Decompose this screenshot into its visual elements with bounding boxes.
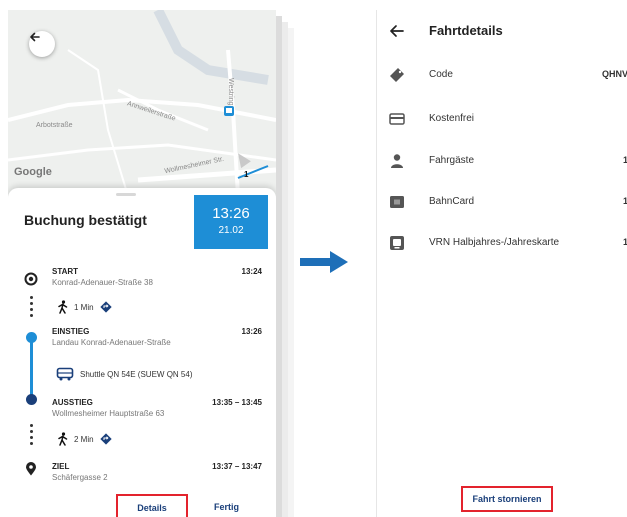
stop-label: EINSTIEG	[52, 327, 90, 336]
detail-label: Kostenfrei	[429, 113, 475, 124]
detail-label: Code	[429, 69, 453, 80]
detail-label: VRN Halbjahres-/Jahreskarte	[429, 237, 560, 248]
stop-address: Wollmesheimer Hauptstraße 63	[52, 409, 165, 418]
shuttle-route-line	[30, 336, 33, 400]
stop-label: START	[52, 267, 79, 276]
stop-time: 13:35 – 13:45	[212, 398, 262, 407]
ticket-icon	[389, 67, 405, 83]
departure-time: 13:26	[212, 205, 250, 222]
shuttle-segment: Shuttle QN 54E (SUEW QN 54)	[56, 367, 192, 381]
credit-card-icon	[389, 111, 405, 127]
passenger-count: 1	[623, 155, 627, 165]
stop-start: START Konrad-Adenauer-Straße 38	[52, 267, 153, 287]
departure-time-card: 13:26 21.02	[194, 195, 268, 249]
walk-icon	[58, 300, 68, 314]
google-logo: Google	[14, 166, 52, 178]
detail-row-code: Code QHNV	[377, 60, 627, 90]
stop-label: AUSSTIEG	[52, 398, 93, 407]
walk-duration: 1 Min	[74, 302, 94, 312]
cancel-trip-button[interactable]: Fahrt stornieren	[461, 486, 553, 512]
app-header: Fahrtdetails	[377, 10, 627, 54]
detail-row-price: Kostenfrei	[377, 104, 627, 134]
done-button[interactable]: Fertig	[214, 502, 239, 512]
booking-status-title: Buchung bestätigt	[24, 212, 147, 228]
bahncard-count: 1	[623, 196, 627, 206]
walk-duration: 2 Min	[74, 434, 94, 444]
arrow-left-icon[interactable]	[389, 23, 405, 39]
map-vehicle-badge: 1	[244, 170, 249, 179]
departure-date: 21.02	[218, 225, 244, 236]
stop-address: Konrad-Adenauer-Straße 38	[52, 278, 153, 287]
stop-address: Schäfergasse 2	[52, 473, 108, 482]
alighting-dot-icon	[26, 394, 37, 405]
walk-path-dots	[30, 296, 33, 320]
walk-segment: 2 Min	[58, 432, 112, 446]
destination-pin-icon	[26, 462, 36, 476]
booking-confirmed-screen: Arbotstraße Annweilerstraße Westring Wol…	[8, 10, 276, 517]
bahncard-icon	[389, 194, 405, 210]
booking-sheet: Buchung bestätigt 13:26 21.02 START Konr…	[8, 188, 276, 517]
stop-destination: ZIEL Schäfergasse 2	[52, 462, 108, 482]
stop-address: Landau Konrad-Adenauer-Straße	[52, 338, 171, 347]
back-button[interactable]	[29, 31, 55, 57]
stop-label: ZIEL	[52, 462, 70, 471]
directions-icon[interactable]	[99, 433, 112, 445]
map-street-label: Westring	[227, 78, 234, 106]
map-street-label: Arbotstraße	[36, 122, 73, 129]
boarding-dot-icon	[26, 332, 37, 343]
walk-segment: 1 Min	[58, 300, 112, 314]
shuttle-line-name: Shuttle QN 54E (SUEW QN 54)	[80, 369, 193, 379]
stop-time: 13:26	[241, 327, 262, 336]
stop-time: 13:24	[241, 267, 262, 276]
booking-code: QHNV	[601, 69, 627, 79]
stop-alighting: AUSSTIEG Wollmesheimer Hauptstraße 63	[52, 398, 164, 418]
detail-label: Fahrgäste	[429, 155, 475, 166]
stop-boarding: EINSTIEG Landau Konrad-Adenauer-Straße	[52, 327, 171, 347]
route-map[interactable]: Arbotstraße Annweilerstraße Westring Wol…	[8, 10, 276, 196]
arrow-right-icon	[300, 251, 348, 273]
detail-row-pass: VRN Halbjahres-/Jahreskarte 1	[377, 228, 627, 258]
origin-target-icon	[24, 272, 38, 286]
sheet-drag-handle[interactable]	[116, 193, 136, 196]
detail-label: BahnCard	[429, 196, 475, 207]
detail-row-passengers: Fahrgäste 1	[377, 146, 627, 176]
details-button[interactable]: Details	[116, 494, 188, 517]
walk-path-dots	[30, 424, 33, 448]
arrow-left-icon	[30, 32, 40, 42]
pass-card-icon	[389, 235, 405, 251]
walk-icon	[58, 432, 68, 446]
bus-icon	[56, 367, 74, 381]
page-title: Fahrtdetails	[429, 23, 503, 38]
detail-row-bahncard: BahnCard 1	[377, 187, 627, 217]
pass-count: 1	[623, 237, 627, 247]
person-icon	[389, 153, 405, 169]
directions-icon[interactable]	[99, 301, 112, 313]
stop-time: 13:37 – 13:47	[212, 462, 262, 471]
trip-details-screen: Fahrtdetails Code QHNV Kostenfrei Fahrgä…	[376, 10, 627, 517]
